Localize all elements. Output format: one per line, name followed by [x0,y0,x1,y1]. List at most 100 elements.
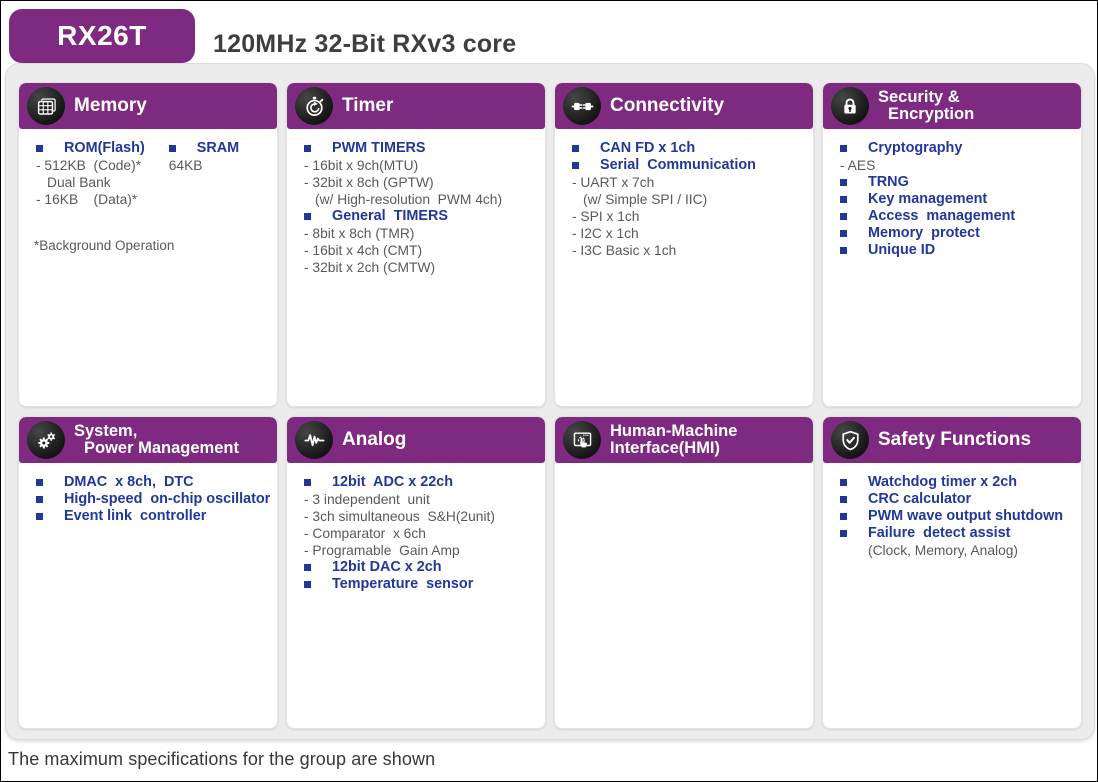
card-title-line: Analog [342,430,406,450]
card-safety-functions: Safety Functions Watchdog timer x 2chCRC … [822,416,1082,729]
feature-item: General TIMERS [302,208,539,225]
feature-item-text: DMAC x 8ch, DTC [64,474,194,491]
feature-item: Memory protect [838,225,1075,242]
square-bullet-icon [304,581,311,588]
page-title: 120MHz 32-Bit RXv3 core [213,30,516,59]
card-body-memory: ROM(Flash)- 512KB (Code)*Dual Bank- 16KB… [19,129,277,406]
touch-screen-icon [563,421,601,459]
feature-item: PWM TIMERS [302,140,539,157]
feature-item-text: - 16bit x 4ch (CMT) [304,242,422,259]
feature-item: - Programable Gain Amp [302,542,539,559]
square-bullet-icon [840,196,847,203]
square-bullet-icon [572,162,579,169]
feature-item-text: SRAM [197,140,239,157]
square-bullet-icon [304,145,311,152]
card-memory: Memory ROM(Flash)- 512KB (Code)*Dual Bank… [18,82,278,407]
card-body-system-power-management: DMAC x 8ch, DTCHigh-speed on-chip oscill… [19,463,277,728]
square-bullet-icon [572,145,579,152]
square-bullet-icon [840,230,847,237]
feature-item: - AES [838,157,1075,174]
card-column: 12bit ADC x 22ch- 3 independent unit- 3c… [302,474,539,593]
feature-item: CAN FD x 1ch [570,140,807,157]
feature-item-text: (w/ High-resolution PWM 4ch) [315,191,502,208]
feature-item: - 32bit x 2ch (CMTW) [302,259,539,276]
feature-item-text: - I2C x 1ch [572,225,639,242]
card-human-machine-interface: Human-MachineInterface(HMI) [554,416,814,729]
card-timer: TimerPWM TIMERS- 16bit x 9ch(MTU)- 32bit… [286,82,546,407]
card-columns: Cryptography- AESTRNGKey managementAcces… [838,140,1075,259]
card-title-security-encryption: Security &Encryption [878,89,974,124]
feature-item: Cryptography [838,140,1075,157]
card-columns: 12bit ADC x 22ch- 3 independent unit- 3c… [302,474,539,593]
feature-item: (w/ High-resolution PWM 4ch) [302,191,539,208]
feature-item: CRC calculator [838,491,1075,508]
feature-item: (w/ Simple SPI / IIC) [570,191,807,208]
card-title-system-power-management: System,Power Management [74,423,239,458]
feature-item: - 16bit x 9ch(MTU) [302,157,539,174]
card-connectivity: Connectivity CAN FD x 1chSerial Communica… [554,82,814,407]
card-column: Watchdog timer x 2chCRC calculatorPWM wa… [838,474,1075,559]
feature-item-text: - Comparator x 6ch [304,525,426,542]
feature-item-text: - Programable Gain Amp [304,542,460,559]
feature-item: Key management [838,191,1075,208]
memory-grid-icon [27,87,65,125]
square-bullet-icon [304,213,311,220]
card-header-timer: Timer [287,83,545,129]
feature-item-text: General TIMERS [332,208,448,225]
feature-item: Serial Communication [570,157,807,174]
feature-item: - 16KB (Data)* [34,191,167,208]
gears-icon [27,421,65,459]
feature-item: Temperature sensor [302,576,539,593]
card-header-safety-functions: Safety Functions [823,417,1081,463]
card-columns: PWM TIMERS- 16bit x 9ch(MTU)- 32bit x 8c… [302,140,539,276]
feature-item: Watchdog timer x 2ch [838,474,1075,491]
card-body-connectivity: CAN FD x 1chSerial Communication- UART x… [555,129,813,406]
card-title-line: Timer [342,96,393,116]
card-column: Cryptography- AESTRNGKey managementAcces… [838,140,1075,259]
feature-item: 12bit ADC x 22ch [302,474,539,491]
square-bullet-icon [840,213,847,220]
card-title-timer: Timer [342,96,393,116]
feature-item-text: Failure detect assist [868,525,1010,542]
square-bullet-icon [36,479,43,486]
card-header-security-encryption: Security &Encryption [823,83,1081,129]
square-bullet-icon [840,479,847,486]
feature-item-text: High-speed on-chip oscillator [64,491,270,508]
card-system-power-management: System,Power Management DMAC x 8ch, DTCHi… [18,416,278,729]
feature-item-text: Watchdog timer x 2ch [868,474,1017,491]
card-columns: ROM(Flash)- 512KB (Code)*Dual Bank- 16KB… [34,140,271,208]
card-title-memory: Memory [74,96,147,116]
card-title-line: Human-Machine [610,423,737,441]
card-header-connectivity: Connectivity [555,83,813,129]
feature-item: - SPI x 1ch [570,208,807,225]
feature-item: DMAC x 8ch, DTC [34,474,271,491]
card-title-line: Safety Functions [878,430,1031,450]
card-header-memory: Memory [19,83,277,129]
square-bullet-icon [840,247,847,254]
card-header-system-power-management: System,Power Management [19,417,277,463]
feature-item: SRAM [167,140,271,157]
feature-item-text: - UART x 7ch [572,174,654,191]
card-body-safety-functions: Watchdog timer x 2chCRC calculatorPWM wa… [823,463,1081,728]
square-bullet-icon [36,513,43,520]
feature-item: - 8bit x 8ch (TMR) [302,225,539,242]
card-body-human-machine-interface [555,463,813,728]
square-bullet-icon [840,513,847,520]
feature-item-text: TRNG [868,174,909,191]
shield-check-icon [831,421,869,459]
card-column: ROM(Flash)- 512KB (Code)*Dual Bank- 16KB… [34,140,167,208]
feature-item-text: Cryptography [868,140,962,157]
product-badge-label: RX26T [57,20,147,52]
feature-item: Failure detect assist [838,525,1075,542]
feature-item-text: - SPI x 1ch [572,208,639,225]
feature-item: Dual Bank [34,174,167,191]
card-title-line: Memory [74,96,147,116]
feature-item-text: Access management [868,208,1015,225]
feature-item: - Comparator x 6ch [302,525,539,542]
feature-item-text: 64KB [169,157,203,174]
feature-item-text: PWM wave output shutdown [868,508,1063,525]
feature-item-text: CRC calculator [868,491,971,508]
feature-item: 64KB [167,157,271,174]
card-columns: CAN FD x 1chSerial Communication- UART x… [570,140,807,259]
feature-item-text: - 3 independent unit [304,491,430,508]
